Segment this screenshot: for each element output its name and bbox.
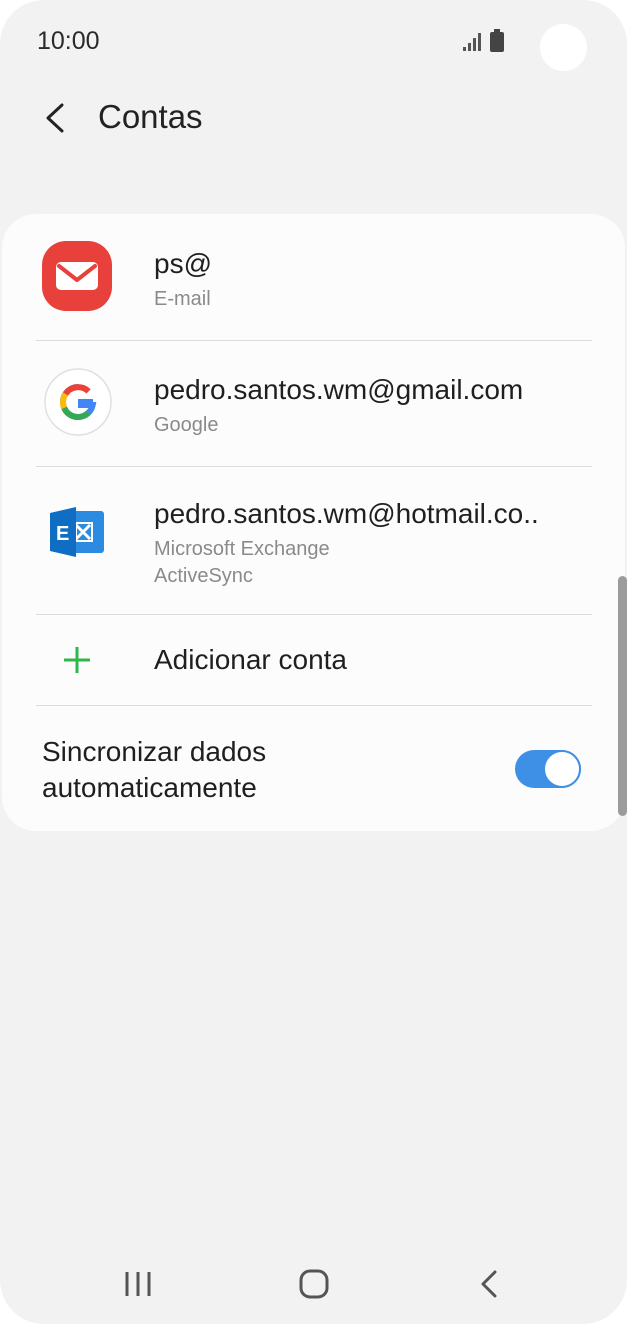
back-icon: [481, 1270, 497, 1298]
account-type-label: Microsoft Exchange: [154, 538, 330, 560]
nav-back-button[interactable]: [467, 1266, 511, 1302]
google-icon: [44, 368, 112, 436]
toggle-knob: [543, 750, 581, 788]
account-type-label: Google: [154, 414, 219, 436]
auto-sync-row[interactable]: Sincronizar dados automaticamente: [2, 705, 625, 831]
page-title: Contas: [98, 98, 203, 135]
chevron-left-icon: [46, 103, 64, 133]
home-button[interactable]: [292, 1266, 336, 1302]
battery-icon: [490, 29, 504, 52]
auto-sync-toggle[interactable]: [515, 750, 581, 788]
account-item-exchange[interactable]: E pedro.santos.wm@hotmail.co.. Microsoft…: [2, 466, 625, 614]
account-email-address: ps@: [154, 248, 212, 279]
navigation-bar: [0, 1244, 627, 1324]
svg-text:E: E: [56, 523, 69, 545]
back-button[interactable]: [36, 98, 76, 138]
add-account-button[interactable]: Adicionar conta: [2, 614, 625, 705]
account-type-label: ActiveSync: [154, 565, 253, 587]
add-account-label: Adicionar conta: [154, 644, 348, 675]
auto-sync-label: Sincronizar dados: [42, 736, 267, 767]
signal-icon: [463, 33, 481, 51]
status-bar: 10:00: [0, 0, 627, 84]
recent-apps-icon: [125, 1272, 151, 1296]
account-type-label: E-mail: [154, 288, 211, 310]
auto-sync-label: automaticamente: [42, 772, 257, 803]
account-email-address: pedro.santos.wm@hotmail.co..: [154, 498, 539, 529]
account-item-google[interactable]: pedro.santos.wm@gmail.com Google: [2, 340, 625, 466]
account-email-address: pedro.santos.wm@gmail.com: [154, 374, 524, 405]
email-app-icon: [42, 241, 112, 311]
exchange-icon: E: [50, 507, 104, 557]
phone-screen: 10:00 Contas ps@ E-mail pedro.santos.wm@…: [0, 0, 627, 1324]
scrollbar[interactable]: [618, 576, 627, 816]
app-header: Contas: [0, 84, 627, 154]
recent-apps-button[interactable]: [117, 1266, 161, 1302]
front-camera: [540, 24, 587, 71]
account-item-email[interactable]: ps@ E-mail: [2, 214, 625, 340]
accounts-card: ps@ E-mail pedro.santos.wm@gmail.com Goo…: [2, 214, 625, 831]
home-icon: [299, 1269, 329, 1299]
status-time: 10:00: [37, 27, 100, 55]
plus-icon: [64, 647, 90, 673]
